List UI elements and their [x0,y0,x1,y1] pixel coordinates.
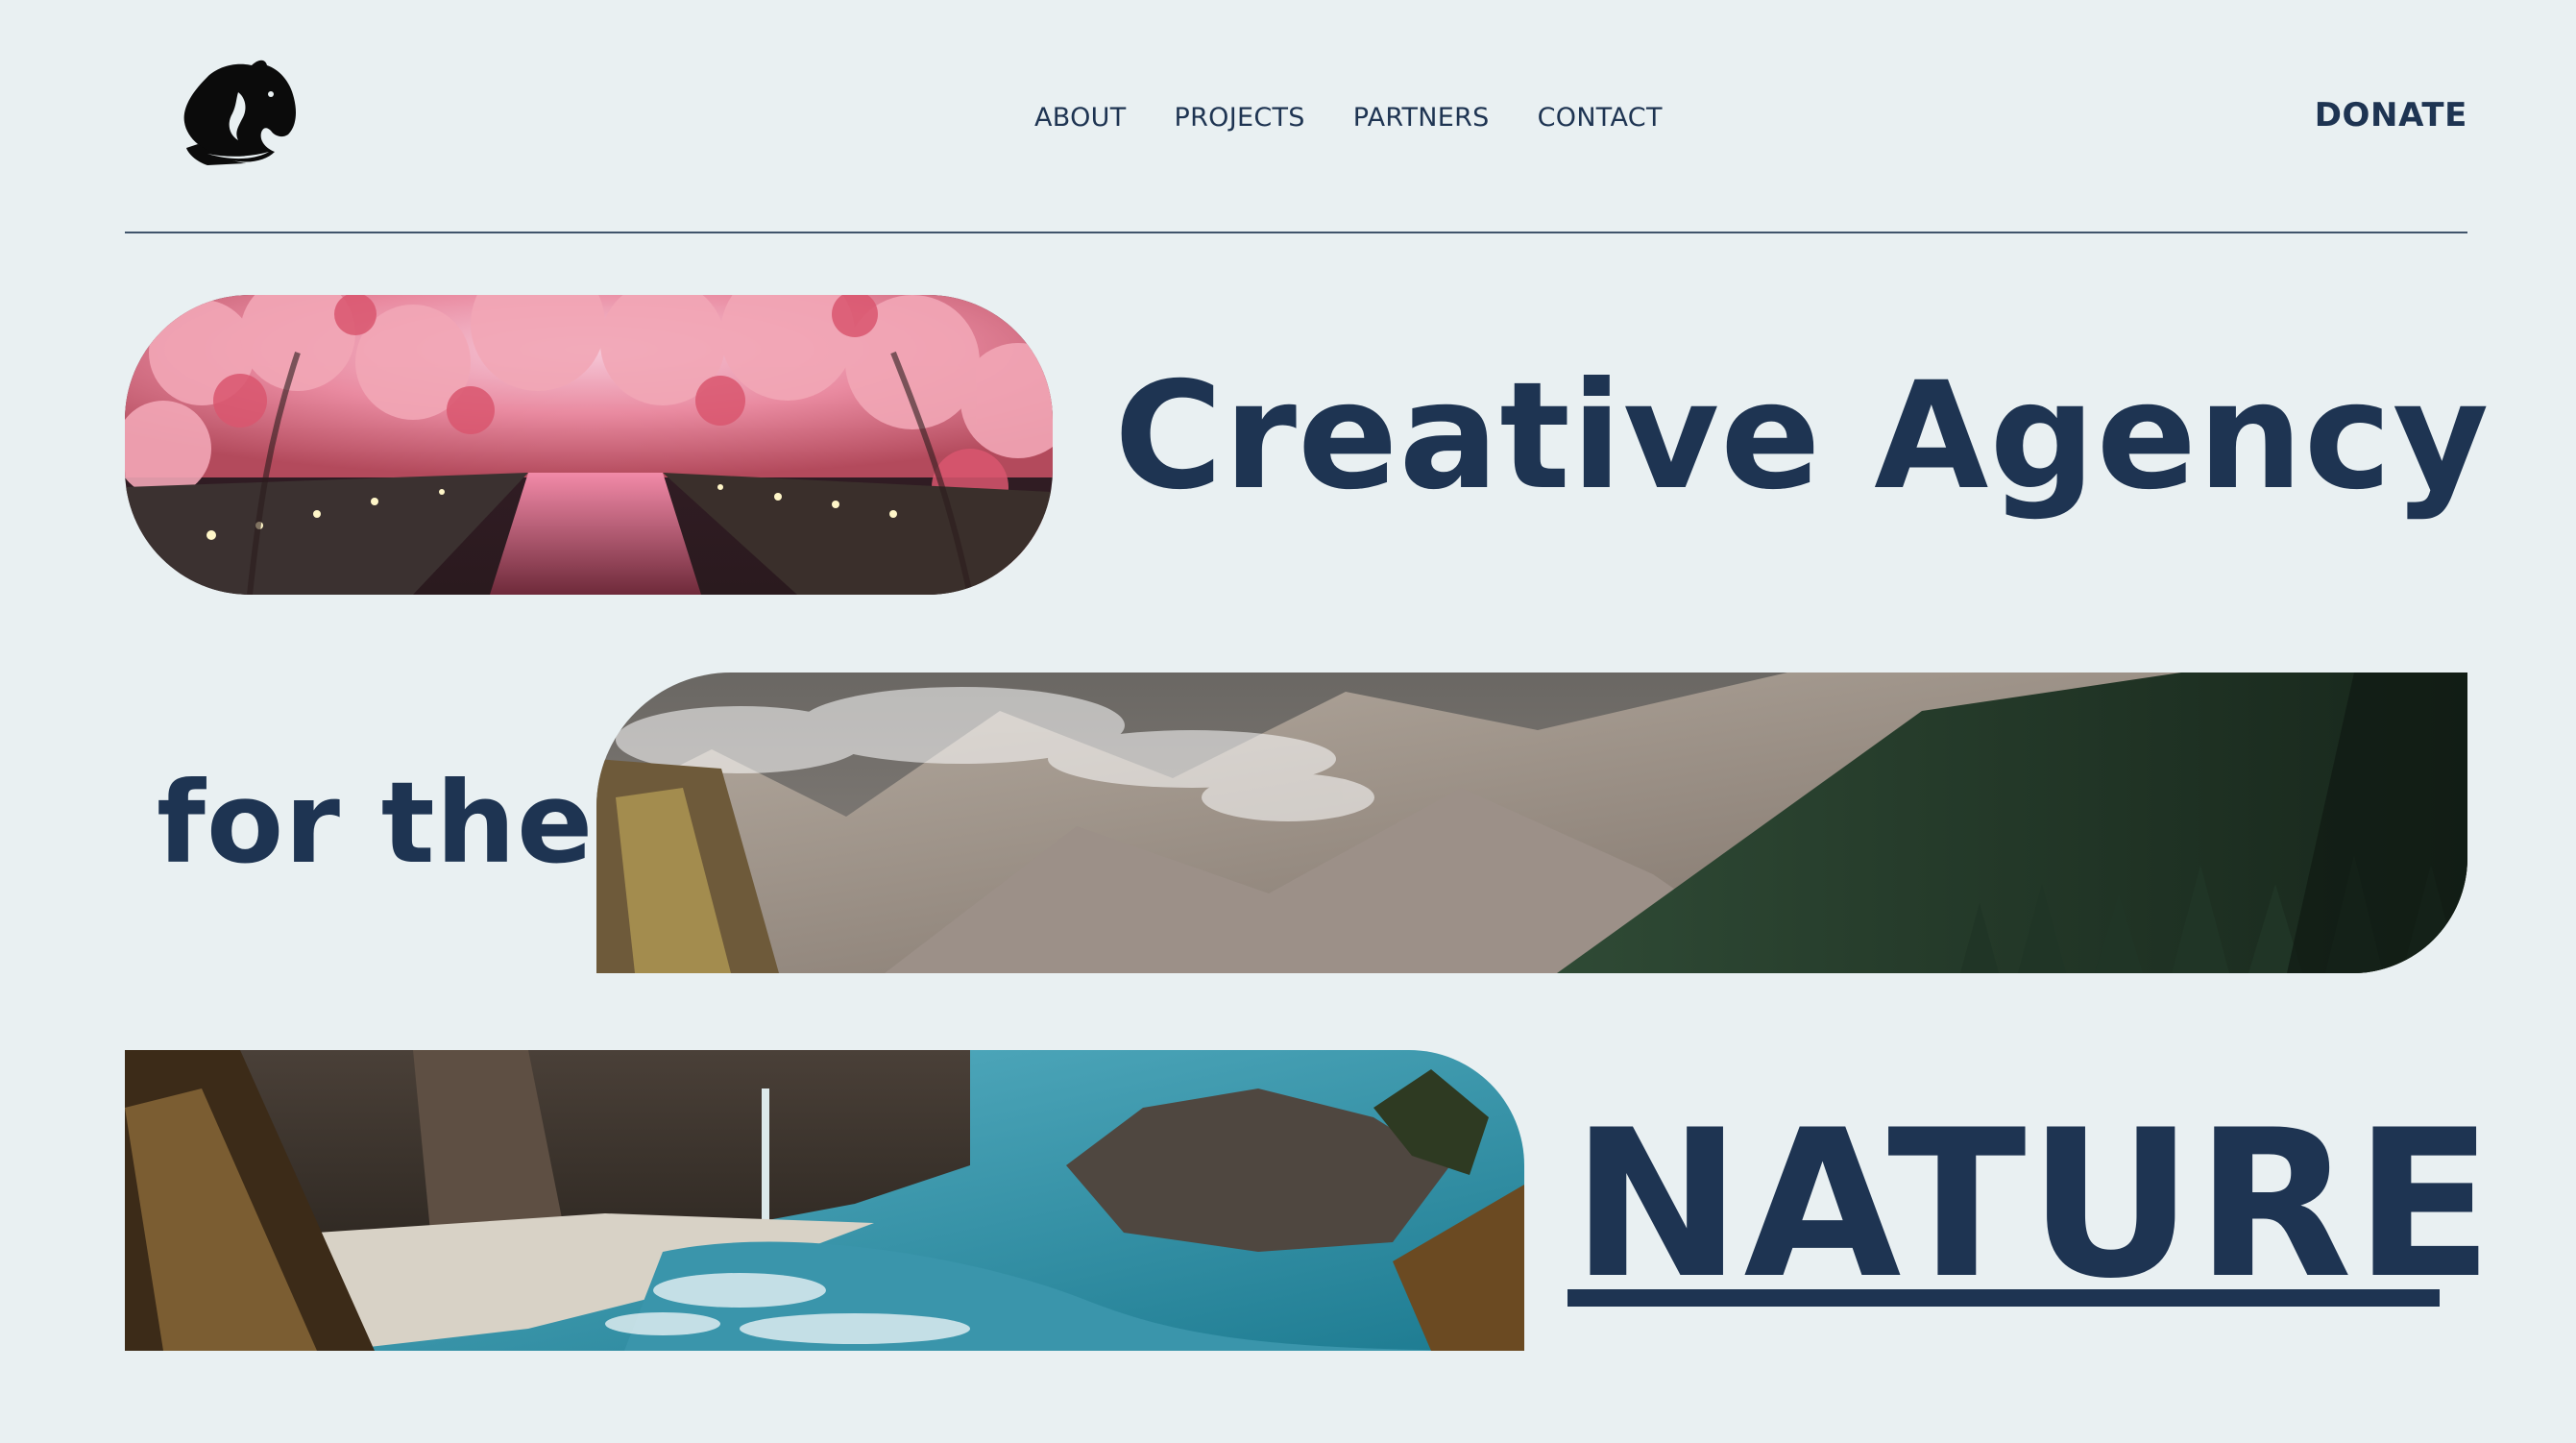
cherry-blossom-image [125,295,1053,595]
nature-underline [1567,1289,2440,1307]
hero-line-2: for the [157,757,595,889]
nav-contact[interactable]: CONTACT [1538,103,1663,133]
donate-button[interactable]: DONATE [2315,96,2467,135]
horse-head-icon[interactable] [179,60,300,167]
main-nav: ABOUT PROJECTS PARTNERS CONTACT [1034,100,1663,135]
mountain-forest-image [596,673,2467,973]
header-divider [125,232,2467,233]
coastal-cove-image [125,1050,1524,1351]
hero-line-3: NATURE [1571,1086,2495,1323]
nav-projects[interactable]: PROJECTS [1175,103,1305,133]
page: ABOUT PROJECTS PARTNERS CONTACT DONATE C… [0,0,2576,1443]
nav-partners[interactable]: PARTNERS [1353,103,1490,133]
nav-about[interactable]: ABOUT [1034,103,1127,133]
hero-line-1: Creative Agency [1114,351,2491,523]
